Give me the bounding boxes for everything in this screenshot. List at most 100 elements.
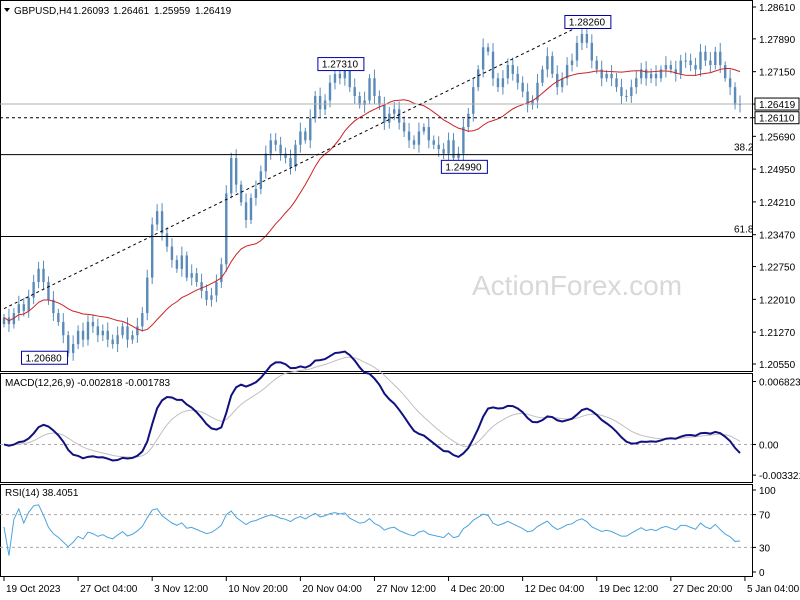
candle-body: [467, 113, 470, 128]
time-tick-label: 10 Nov 20:00: [228, 584, 288, 595]
candle-body: [239, 184, 243, 203]
candle-body: [541, 69, 544, 83]
candle-body: [689, 60, 692, 66]
candle-body: [116, 335, 119, 345]
candle-body: [67, 335, 70, 353]
time-tick-label: 27 Nov 12:00: [376, 584, 436, 595]
price-tick-label: 1.26419: [759, 100, 796, 111]
symbol-label: GBPUSD,H4: [14, 6, 72, 17]
candle-body: [585, 34, 589, 43]
macd-label: MACD(12,26,9) -0.002818 -0.001783: [5, 378, 171, 389]
candle-body: [353, 87, 356, 97]
candle-body: [244, 202, 248, 221]
candle-body: [635, 78, 638, 88]
candle-body: [76, 330, 80, 345]
candle-body: [200, 282, 203, 291]
candle-body: [728, 78, 732, 88]
candle-body: [37, 268, 40, 283]
candle-body: [412, 140, 416, 145]
candle-body: [141, 313, 144, 327]
candle-body: [709, 60, 712, 66]
candle-body: [437, 144, 440, 150]
time-tick-label: 27 Oct 04:00: [80, 584, 138, 595]
ohlc-open: 1.26093: [73, 6, 110, 17]
candle-body: [704, 51, 707, 61]
candle-body: [699, 51, 702, 70]
candle-body: [610, 73, 613, 79]
fib-level-label: 38.2: [734, 143, 754, 154]
candle-body: [22, 304, 25, 311]
candle-body: [383, 104, 386, 123]
candle-body: [477, 69, 480, 88]
candle-body: [126, 326, 129, 340]
price-tick-label: 1.24210: [759, 198, 796, 209]
candle-body: [121, 326, 124, 336]
price-tick-label: 1.27150: [759, 68, 796, 79]
price-tick-label: 1.20550: [759, 360, 796, 371]
rsi-tick-label: 100: [759, 486, 776, 497]
candle-body: [511, 65, 514, 74]
candle-body: [205, 290, 208, 300]
candle-body: [486, 47, 490, 52]
candle-body: [304, 131, 307, 141]
candle-body: [501, 78, 505, 88]
candle-body: [407, 131, 411, 141]
candle-body: [719, 51, 722, 66]
time-tick-label: 19 Oct 2023: [6, 584, 61, 595]
candle-body: [230, 158, 233, 194]
time-tick-label: 20 Nov 04:00: [302, 584, 362, 595]
candle-body: [615, 78, 618, 88]
candle-body: [294, 144, 297, 167]
candle-body: [570, 60, 574, 66]
time-tick-label: 27 Dec 20:00: [673, 584, 733, 595]
candle-body: [309, 118, 312, 141]
rsi-label: RSI(14) 38.4051: [5, 488, 79, 499]
candle-body: [279, 144, 282, 154]
candle-body: [605, 73, 608, 79]
candle-body: [427, 127, 431, 141]
candle-body: [733, 87, 737, 105]
candle-body: [723, 65, 727, 79]
candle-body: [254, 189, 258, 198]
candle-body: [714, 51, 717, 66]
candle-body: [496, 78, 500, 88]
price-annotation-label: 1.28260: [569, 17, 606, 28]
ohlc-close: 1.26419: [195, 6, 232, 17]
price-tick-label: 1.24950: [759, 165, 796, 176]
price-annotation-label: 1.24990: [445, 162, 482, 173]
candle-body: [195, 273, 198, 283]
candle-body: [220, 264, 223, 283]
candle-body: [81, 330, 85, 340]
candle-body: [274, 140, 277, 145]
price-header: GBPUSD,H4 1.26093 1.26461 1.25959 1.2641…: [4, 6, 232, 17]
candle-body: [106, 330, 109, 340]
candle-body: [368, 78, 371, 101]
candle-body: [402, 122, 406, 132]
candle-body: [442, 149, 445, 154]
candle-body: [42, 268, 45, 283]
candle-body: [521, 82, 524, 92]
candle-body: [694, 65, 697, 70]
candle-body: [462, 127, 465, 154]
price-tick-label: 1.21270: [759, 328, 796, 339]
ohlc-low: 1.25959: [154, 6, 191, 17]
candle-body: [595, 60, 598, 70]
candle-body: [338, 73, 342, 79]
candle-body: [170, 246, 174, 260]
time-tick-label: 4 Dec 20:00: [451, 584, 505, 595]
candle-body: [215, 282, 218, 296]
candle-body: [679, 60, 682, 74]
candle-body: [684, 60, 687, 62]
candle-body: [165, 233, 169, 247]
candle-body: [101, 330, 104, 336]
candle-body: [131, 335, 134, 340]
candle-body: [146, 277, 149, 314]
candle-body: [225, 193, 228, 265]
macd-tick-label: 0.00: [759, 440, 779, 451]
candle-body: [481, 47, 485, 70]
candle-body: [516, 73, 519, 83]
price-annotation-label: 1.27310: [322, 60, 359, 71]
candle-body: [111, 339, 114, 345]
fib-level-label: 61.8: [734, 224, 754, 235]
ohlc-high: 1.26461: [113, 6, 150, 17]
